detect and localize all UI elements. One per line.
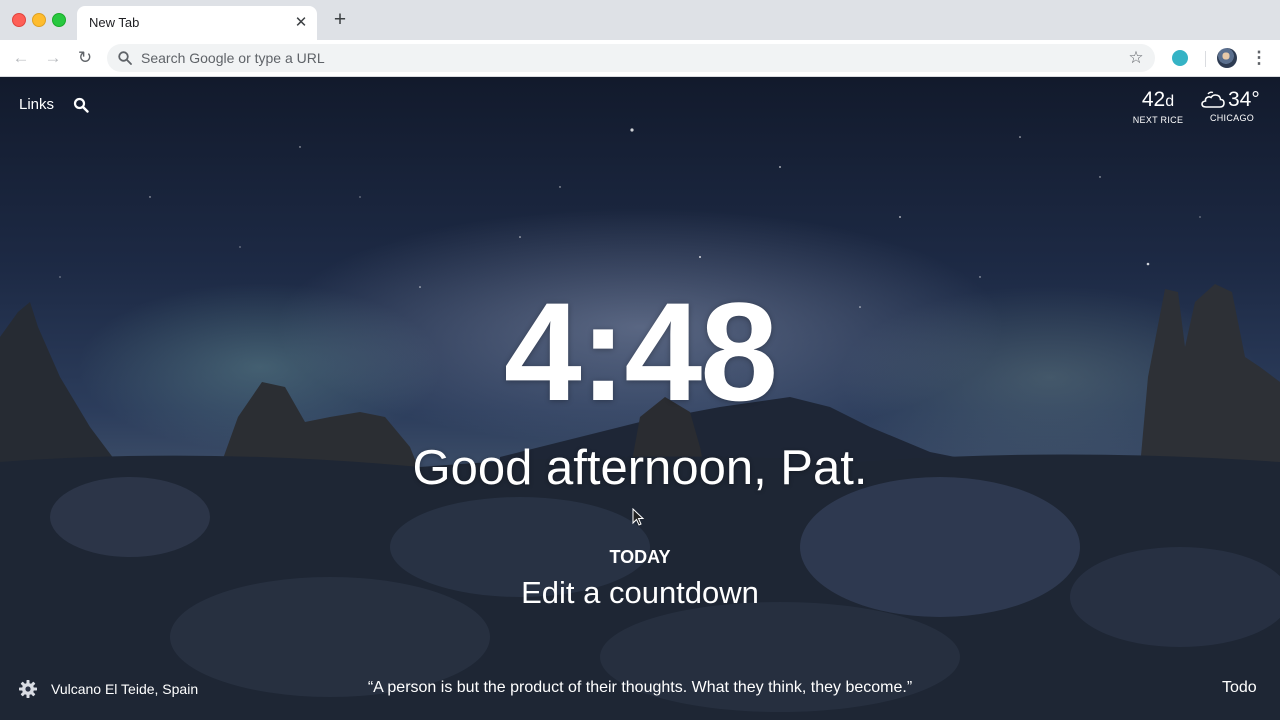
photo-location[interactable]: Vulcano El Teide, Spain <box>51 681 198 697</box>
weather-temperature: 34° <box>1228 88 1260 111</box>
countdown-unit: d <box>1165 93 1175 110</box>
tab-close-icon[interactable]: ✕ <box>291 13 311 33</box>
address-bar[interactable]: Search Google or type a URL ☆ <box>107 44 1155 72</box>
search-icon <box>118 51 132 65</box>
daily-quote[interactable]: “A person is but the product of their th… <box>290 679 990 697</box>
forward-button[interactable]: → <box>41 46 65 70</box>
weather-widget[interactable]: 34° CHICAGO <box>1196 87 1268 123</box>
window-close-button[interactable] <box>12 13 26 27</box>
countdown-widget[interactable]: 42d NEXT RICE <box>1130 87 1186 125</box>
browser-toolbar: ← → ↻ Search Google or type a URL ☆ ⋮ <box>0 40 1280 77</box>
search-icon[interactable] <box>73 97 89 113</box>
tab-new-tab[interactable]: New Tab ✕ <box>77 6 317 40</box>
cloud-icon <box>1201 91 1225 108</box>
new-tab-button[interactable]: + <box>329 9 351 31</box>
profile-avatar[interactable] <box>1217 48 1237 68</box>
browser-menu-icon[interactable]: ⋮ <box>1250 48 1268 68</box>
reload-button[interactable]: ↻ <box>73 46 97 70</box>
back-button[interactable]: ← <box>9 46 33 70</box>
countdown-number: 42 <box>1141 88 1166 111</box>
window-minimize-button[interactable] <box>32 13 46 27</box>
tab-title: New Tab <box>89 15 140 30</box>
edit-countdown-link[interactable]: Edit a countdown <box>440 574 840 612</box>
browser-tab-bar: New Tab ✕ + <box>0 0 1280 40</box>
mouse-cursor-icon <box>632 508 645 526</box>
countdown-label: NEXT RICE <box>1132 115 1184 125</box>
address-bar-placeholder: Search Google or type a URL <box>141 50 325 66</box>
clock-time: 4:48 <box>503 273 778 430</box>
bookmark-star-icon[interactable]: ☆ <box>1125 47 1147 69</box>
toolbar-divider <box>1205 51 1206 67</box>
links-button[interactable]: Links <box>19 96 54 113</box>
window-maximize-button[interactable] <box>52 13 66 27</box>
weather-location: CHICAGO <box>1209 113 1255 123</box>
new-tab-page: Links 42d NEXT RICE 34° CHICAGO 4:48 Goo… <box>0 77 1280 720</box>
countdown-value: 42d <box>1130 87 1186 115</box>
todo-button[interactable]: Todo <box>1222 679 1257 697</box>
extension-icon[interactable] <box>1172 50 1188 66</box>
countdown-today-label: TODAY <box>609 547 671 567</box>
gear-icon[interactable] <box>18 679 38 699</box>
greeting-message[interactable]: Good afternoon, Pat. <box>290 440 990 496</box>
